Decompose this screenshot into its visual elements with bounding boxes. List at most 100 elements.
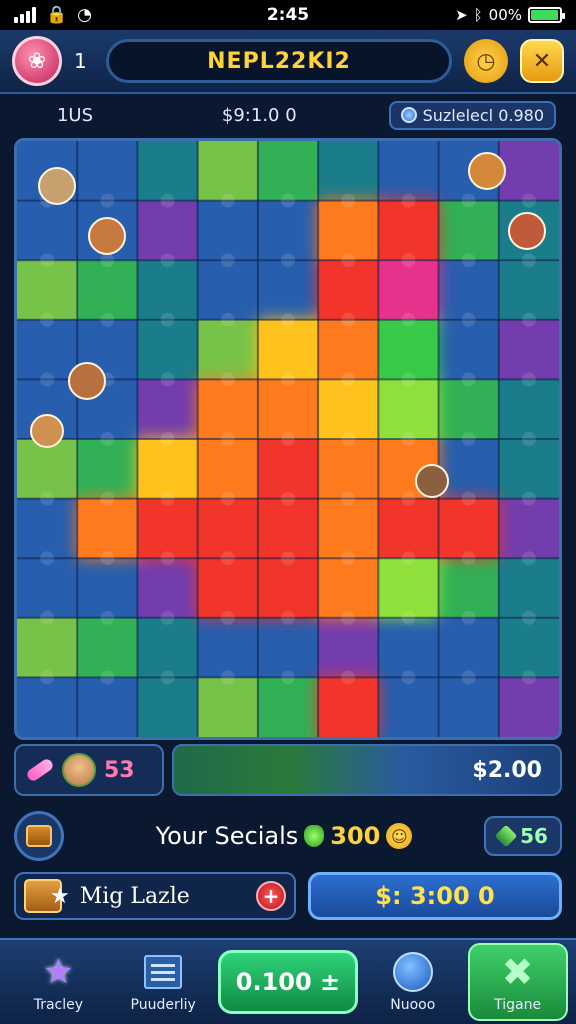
board-tile[interactable] — [17, 617, 78, 678]
board-tile[interactable] — [378, 141, 439, 201]
placed-piece[interactable] — [197, 439, 258, 499]
board-tile[interactable] — [77, 439, 138, 499]
board-tile[interactable] — [197, 617, 258, 678]
placed-piece[interactable] — [197, 558, 258, 618]
board-tile[interactable] — [137, 141, 198, 201]
placed-piece[interactable] — [257, 439, 319, 499]
avatar-button[interactable]: ❀ — [12, 36, 62, 86]
timer-button[interactable]: ◷ — [464, 39, 508, 83]
board-tile[interactable] — [197, 319, 258, 380]
board-tile[interactable] — [378, 677, 439, 737]
board-tile[interactable] — [498, 677, 559, 737]
placed-piece[interactable] — [197, 498, 258, 559]
board-tile[interactable] — [77, 260, 138, 320]
board-tile[interactable] — [498, 260, 559, 320]
board-tile[interactable] — [257, 141, 319, 201]
board-tile[interactable] — [17, 677, 78, 737]
battery-percent: 00% — [488, 6, 522, 24]
socials-row: Your Secials 300 ☺ 56 — [14, 808, 562, 864]
placed-piece[interactable] — [137, 439, 198, 499]
placed-piece[interactable] — [438, 498, 499, 559]
center-button[interactable]: 0.100 ± — [217, 950, 358, 1014]
board-tile[interactable] — [257, 260, 319, 320]
board-tile[interactable] — [498, 141, 559, 201]
placed-piece[interactable] — [257, 379, 319, 439]
board-tile[interactable] — [257, 200, 319, 261]
placed-piece[interactable] — [378, 558, 439, 618]
board-tile[interactable] — [438, 260, 499, 320]
board-tile[interactable] — [318, 617, 379, 678]
board-tile[interactable] — [197, 200, 258, 261]
board-tile[interactable] — [378, 617, 439, 678]
placed-piece[interactable] — [318, 200, 379, 261]
placed-piece[interactable] — [318, 260, 379, 320]
piece-tray[interactable]: $2.00 — [172, 744, 562, 796]
board-tile[interactable] — [137, 319, 198, 380]
placed-piece[interactable] — [318, 379, 379, 439]
placed-piece[interactable] — [257, 498, 319, 559]
board-tile[interactable] — [498, 319, 559, 380]
placed-piece[interactable] — [378, 319, 439, 380]
board-tile[interactable] — [438, 677, 499, 737]
board-tile[interactable] — [77, 141, 138, 201]
board-tile[interactable] — [17, 319, 78, 380]
placed-piece[interactable] — [318, 677, 379, 737]
board-tile[interactable] — [438, 617, 499, 678]
placed-piece[interactable] — [318, 558, 379, 618]
placed-piece[interactable] — [378, 260, 439, 320]
board-tile[interactable] — [17, 200, 78, 261]
board-tile[interactable] — [137, 379, 198, 439]
board-tile[interactable] — [17, 260, 78, 320]
board-tile[interactable] — [438, 319, 499, 380]
placed-piece[interactable] — [318, 498, 379, 559]
nav-tracley[interactable]: ★ Tracley — [8, 943, 108, 1021]
board-tile[interactable] — [318, 141, 379, 201]
board-tile[interactable] — [137, 200, 198, 261]
board-tile[interactable] — [257, 677, 319, 737]
board-tile[interactable] — [438, 558, 499, 618]
board-tile[interactable] — [498, 498, 559, 559]
board-tile[interactable] — [197, 677, 258, 737]
gem-badge[interactable]: 56 — [484, 816, 562, 856]
board-tile[interactable] — [197, 141, 258, 201]
placed-piece[interactable] — [257, 319, 319, 380]
board-tile[interactable] — [17, 558, 78, 618]
board-tile[interactable] — [77, 677, 138, 737]
placed-piece[interactable] — [318, 319, 379, 380]
board-tile[interactable] — [438, 379, 499, 439]
board-tile[interactable] — [498, 617, 559, 678]
puzzle-board[interactable] — [14, 138, 562, 740]
close-button[interactable]: ✕ — [520, 39, 564, 83]
placed-piece[interactable] — [197, 379, 258, 439]
board-tile[interactable] — [498, 439, 559, 499]
board-tile[interactable] — [17, 498, 78, 559]
placed-piece[interactable] — [378, 379, 439, 439]
price-button[interactable]: $: 3:00 0 — [308, 872, 562, 920]
board-tile[interactable] — [137, 617, 198, 678]
placed-piece[interactable] — [378, 498, 439, 559]
puzzle-board-canvas[interactable] — [17, 141, 559, 737]
board-tile[interactable] — [438, 439, 499, 499]
nav-tigane[interactable]: ✖ Tigane — [467, 943, 568, 1021]
nav-nuooo[interactable]: Nuooo — [363, 943, 463, 1021]
placed-piece[interactable] — [378, 200, 439, 261]
add-button[interactable]: + — [256, 881, 286, 911]
board-tile[interactable] — [77, 617, 138, 678]
board-tile[interactable] — [137, 558, 198, 618]
board-tile[interactable] — [77, 558, 138, 618]
nav-puuderliy[interactable]: Puuderliy — [113, 943, 213, 1021]
hint-box[interactable]: 53 — [14, 744, 164, 796]
board-tile[interactable] — [438, 200, 499, 261]
board-tile[interactable] — [197, 260, 258, 320]
puzzle-selector[interactable]: ★ Mig Lazle + — [14, 872, 296, 920]
board-tile[interactable] — [257, 617, 319, 678]
board-tile[interactable] — [498, 558, 559, 618]
board-tile[interactable] — [137, 677, 198, 737]
placed-piece[interactable] — [318, 439, 379, 499]
placed-piece[interactable] — [257, 558, 319, 618]
board-tile[interactable] — [137, 260, 198, 320]
board-tile[interactable] — [498, 379, 559, 439]
chest-button[interactable] — [14, 811, 64, 861]
placed-piece[interactable] — [77, 498, 138, 559]
placed-piece[interactable] — [137, 498, 198, 559]
